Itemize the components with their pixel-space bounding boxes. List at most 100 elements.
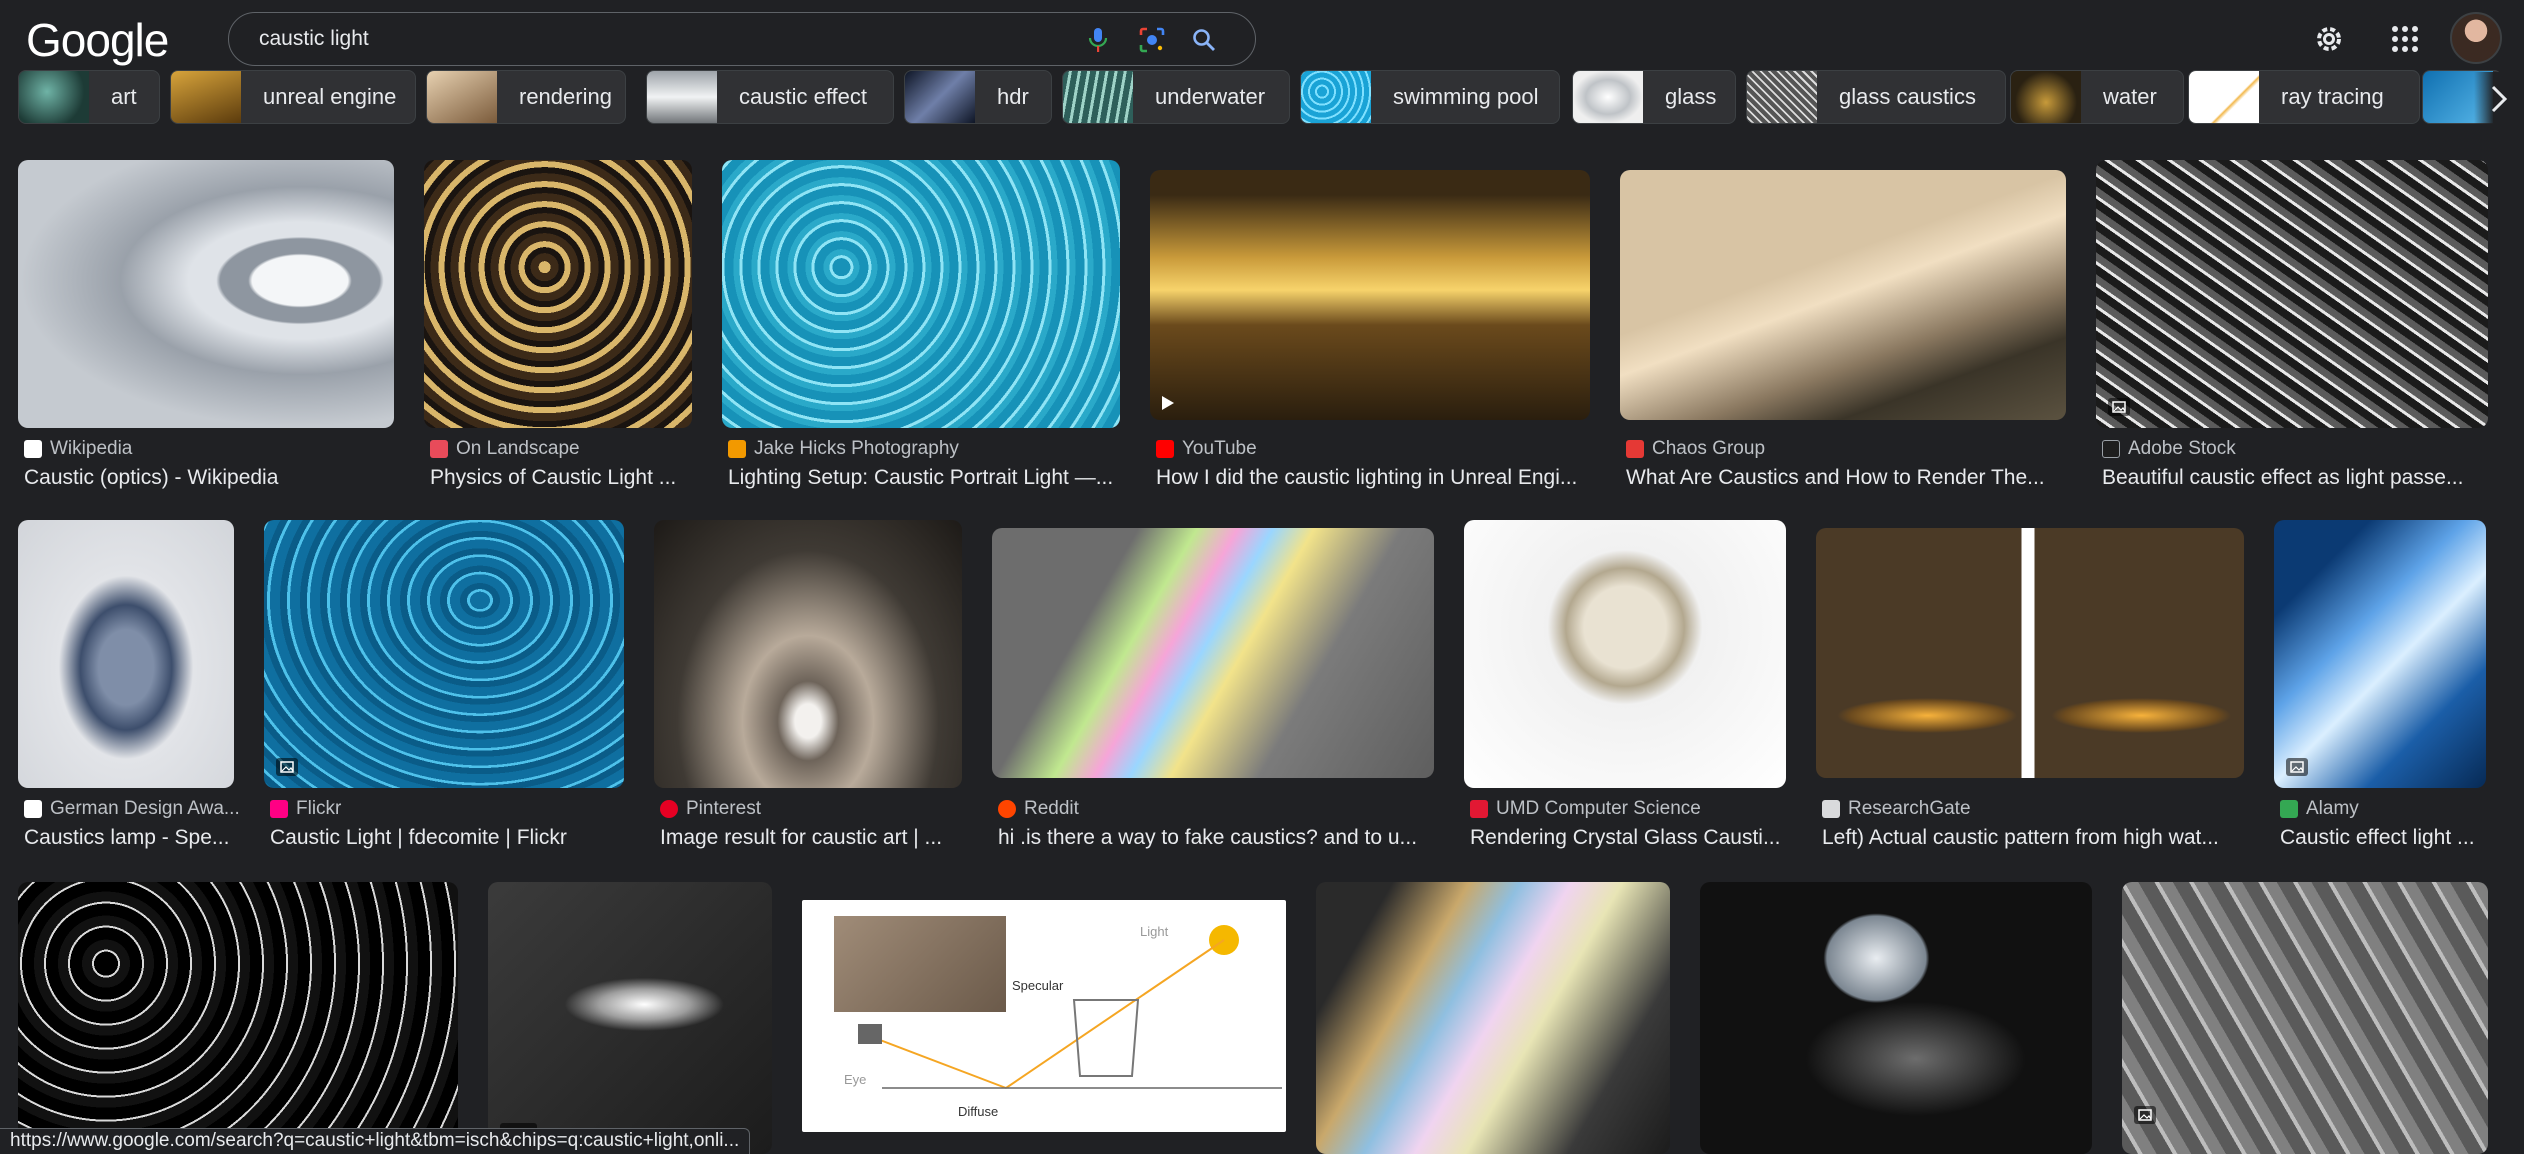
result-source[interactable]: Jake Hicks Photography bbox=[728, 438, 959, 460]
result-source[interactable]: YouTube bbox=[1156, 438, 1257, 460]
result-title[interactable]: Caustic (optics) - Wikipedia bbox=[24, 466, 394, 490]
chevron-right-icon[interactable] bbox=[2474, 72, 2524, 126]
chip-thumbnail bbox=[1301, 71, 1371, 123]
result-source[interactable]: On Landscape bbox=[430, 438, 580, 460]
pinterest-favicon-icon bbox=[660, 800, 678, 818]
result-source[interactable]: German Design Awa... bbox=[24, 798, 240, 820]
result-card[interactable]: On Landscape Physics of Caustic Light ..… bbox=[424, 160, 692, 496]
result-thumbnail[interactable] bbox=[18, 160, 394, 428]
result-thumbnail[interactable] bbox=[18, 882, 458, 1154]
result-thumbnail[interactable] bbox=[2122, 882, 2488, 1154]
adobe-stock-favicon-icon bbox=[2102, 440, 2120, 458]
chip-glass[interactable]: glass bbox=[1572, 70, 1736, 124]
result-title[interactable]: Left) Actual caustic pattern from high w… bbox=[1822, 826, 2244, 850]
result-source[interactable]: Pinterest bbox=[660, 798, 761, 820]
chip-art[interactable]: art bbox=[18, 70, 160, 124]
result-title[interactable]: Beautiful caustic effect as light passe.… bbox=[2102, 466, 2488, 490]
chip-underwater[interactable]: underwater bbox=[1062, 70, 1290, 124]
result-source[interactable]: Alamy bbox=[2280, 798, 2359, 820]
wikipedia-favicon-icon bbox=[24, 440, 42, 458]
result-title[interactable]: Lighting Setup: Caustic Portrait Light —… bbox=[728, 466, 1120, 490]
result-source[interactable]: Chaos Group bbox=[1626, 438, 1765, 460]
result-thumbnail[interactable]: Light Specular Diffuse Eye bbox=[802, 900, 1286, 1132]
result-thumbnail[interactable] bbox=[1816, 528, 2244, 778]
result-source[interactable]: Adobe Stock bbox=[2102, 438, 2236, 460]
diagram-label-eye: Eye bbox=[844, 1072, 867, 1087]
result-title[interactable]: Caustic effect light ... bbox=[2280, 826, 2486, 850]
chip-thumbnail bbox=[905, 71, 975, 123]
result-thumbnail[interactable]: GIF bbox=[488, 882, 772, 1154]
result-thumbnail[interactable] bbox=[2274, 520, 2486, 788]
result-card[interactable] bbox=[1700, 882, 2092, 1154]
result-card[interactable]: Pinterest Image result for caustic art |… bbox=[654, 520, 962, 856]
result-card[interactable]: Light Specular Diffuse Eye bbox=[802, 900, 1286, 1132]
lens-icon[interactable] bbox=[1137, 25, 1167, 55]
result-title[interactable]: Caustic Light | fdecomite | Flickr bbox=[270, 826, 624, 850]
chip-unreal-engine[interactable]: unreal engine bbox=[170, 70, 416, 124]
chip-hdr[interactable]: hdr bbox=[904, 70, 1052, 124]
on-landscape-favicon-icon bbox=[430, 440, 448, 458]
result-title[interactable]: How I did the caustic lighting in Unreal… bbox=[1156, 466, 1590, 490]
chip-swimming-pool[interactable]: swimming pool bbox=[1300, 70, 1560, 124]
chip-label: water bbox=[2103, 84, 2157, 109]
result-thumbnail[interactable] bbox=[1464, 520, 1786, 788]
result-card[interactable]: UMD Computer Science Rendering Crystal G… bbox=[1464, 520, 1786, 856]
result-thumbnail[interactable] bbox=[722, 160, 1120, 428]
google-logo[interactable]: Google bbox=[26, 10, 169, 70]
result-thumbnail[interactable] bbox=[1700, 882, 2092, 1154]
play-icon bbox=[1162, 396, 1174, 410]
mic-icon[interactable] bbox=[1083, 25, 1113, 55]
chip-thumbnail bbox=[19, 71, 89, 123]
chip-caustic-effect[interactable]: caustic effect bbox=[646, 70, 894, 124]
result-card[interactable]: Reddit hi .is there a way to fake causti… bbox=[992, 520, 1434, 856]
result-card[interactable]: Jake Hicks Photography Lighting Setup: C… bbox=[722, 160, 1120, 496]
result-card[interactable]: German Design Awa... Caustics lamp - Spe… bbox=[18, 520, 240, 856]
chip-thumbnail bbox=[1063, 71, 1133, 123]
result-card[interactable]: Adobe Stock Beautiful caustic effect as … bbox=[2096, 160, 2488, 496]
chip-label: glass caustics bbox=[1839, 84, 1976, 109]
chip-water[interactable]: water bbox=[2010, 70, 2184, 124]
result-thumbnail[interactable] bbox=[2096, 160, 2488, 428]
result-title[interactable]: Caustics lamp - Spe... bbox=[24, 826, 234, 850]
result-thumbnail[interactable] bbox=[992, 528, 1434, 778]
status-bar-url: https://www.google.com/search?q=caustic+… bbox=[0, 1128, 751, 1154]
result-source[interactable]: Wikipedia bbox=[24, 438, 132, 460]
chip-rendering[interactable]: rendering bbox=[426, 70, 626, 124]
result-title[interactable]: What Are Caustics and How to Render The.… bbox=[1626, 466, 2066, 490]
researchgate-favicon-icon bbox=[1822, 800, 1840, 818]
result-card[interactable]: Alamy Caustic effect light ... bbox=[2274, 520, 2486, 856]
image-badge-icon bbox=[2108, 398, 2130, 416]
result-card[interactable]: Chaos Group What Are Caustics and How to… bbox=[1620, 160, 2066, 496]
chip-ray-tracing[interactable]: ray tracing bbox=[2188, 70, 2420, 124]
result-source[interactable]: ResearchGate bbox=[1822, 798, 1971, 820]
flickr-favicon-icon bbox=[270, 800, 288, 818]
result-card[interactable] bbox=[18, 882, 458, 1154]
avatar[interactable] bbox=[2450, 12, 2502, 64]
result-thumbnail[interactable] bbox=[424, 160, 692, 428]
search-icon[interactable] bbox=[1189, 25, 1219, 55]
result-card[interactable]: YouTube How I did the caustic lighting i… bbox=[1150, 160, 1590, 496]
gear-icon[interactable] bbox=[2308, 18, 2350, 60]
result-card[interactable]: Wikipedia Caustic (optics) - Wikipedia bbox=[18, 160, 394, 496]
result-thumbnail[interactable] bbox=[1150, 170, 1590, 420]
apps-grid-icon[interactable] bbox=[2384, 18, 2426, 60]
result-title[interactable]: hi .is there a way to fake caustics? and… bbox=[998, 826, 1434, 850]
result-title[interactable]: Rendering Crystal Glass Causti... bbox=[1470, 826, 1786, 850]
result-title[interactable]: Image result for caustic art | ... bbox=[660, 826, 962, 850]
result-thumbnail[interactable] bbox=[1316, 882, 1670, 1154]
result-card[interactable]: ResearchGate Left) Actual caustic patter… bbox=[1816, 520, 2244, 856]
result-card[interactable]: GIF bbox=[488, 882, 772, 1154]
result-source[interactable]: Reddit bbox=[998, 798, 1079, 820]
chip-glass-caustics[interactable]: glass caustics bbox=[1746, 70, 2006, 124]
result-source[interactable]: Flickr bbox=[270, 798, 341, 820]
search-input[interactable] bbox=[259, 13, 1039, 65]
result-thumbnail[interactable] bbox=[654, 520, 962, 788]
result-source[interactable]: UMD Computer Science bbox=[1470, 798, 1701, 820]
result-card[interactable] bbox=[2122, 882, 2488, 1154]
result-card[interactable] bbox=[1316, 882, 1670, 1154]
result-thumbnail[interactable] bbox=[18, 520, 234, 788]
result-card[interactable]: Flickr Caustic Light | fdecomite | Flick… bbox=[264, 520, 624, 856]
result-thumbnail[interactable] bbox=[1620, 170, 2066, 420]
result-thumbnail[interactable] bbox=[264, 520, 624, 788]
result-title[interactable]: Physics of Caustic Light ... bbox=[430, 466, 692, 490]
